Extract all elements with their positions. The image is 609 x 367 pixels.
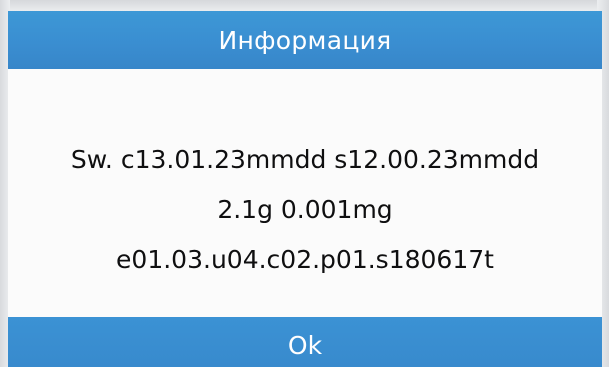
capacity-readability-text: 2.1g 0.001mg bbox=[217, 195, 393, 224]
info-dialog: Информация Sw. c13.01.23mmdd s12.00.23mm… bbox=[8, 11, 602, 367]
ok-button[interactable]: Ok bbox=[8, 317, 602, 367]
dialog-title: Информация bbox=[218, 25, 392, 55]
software-version-text: Sw. c13.01.23mmdd s12.00.23mmdd bbox=[70, 145, 540, 174]
dialog-body: Sw. c13.01.23mmdd s12.00.23mmdd 2.1g 0.0… bbox=[8, 69, 602, 317]
hardware-config-text: e01.03.u04.c02.p01.s180617t bbox=[116, 245, 494, 274]
dialog-title-bar: Информация bbox=[8, 11, 602, 69]
device-screen: Информация Sw. c13.01.23mmdd s12.00.23mm… bbox=[0, 0, 609, 367]
ok-button-label: Ok bbox=[287, 330, 323, 360]
